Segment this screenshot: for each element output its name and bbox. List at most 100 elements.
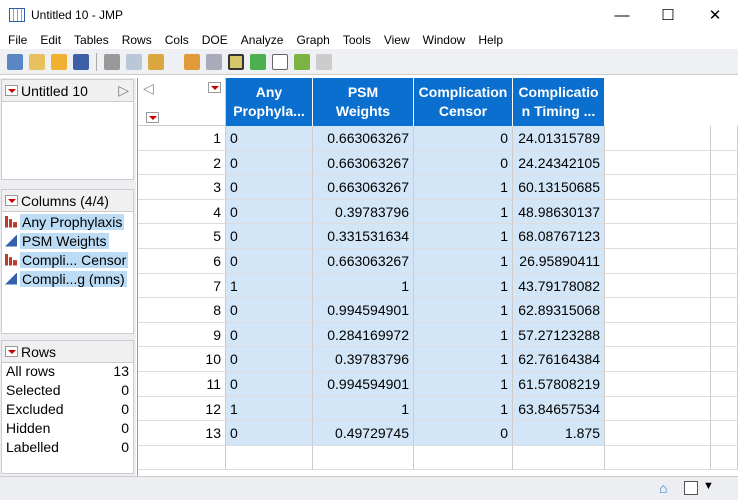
table-cell[interactable]: 1 <box>414 249 513 274</box>
table-cell[interactable]: 0.663063267 <box>313 175 414 200</box>
table-cell[interactable]: 0 <box>226 347 313 372</box>
table-cell[interactable]: 63.84657534 <box>513 396 605 422</box>
table-cell[interactable]: 60.13150685 <box>513 175 605 200</box>
table-cell[interactable]: 62.76164384 <box>513 347 605 372</box>
row-number[interactable]: 3 <box>138 175 226 200</box>
menu-analyze[interactable]: Analyze <box>233 33 289 47</box>
fit-y-by-x-icon[interactable] <box>272 53 288 70</box>
red-triangle-menu-icon[interactable] <box>5 195 18 206</box>
column-list-item[interactable]: Compli... Censor <box>2 250 133 269</box>
table-cell[interactable] <box>226 445 313 471</box>
table-cell[interactable]: 1 <box>414 396 513 422</box>
table-cell[interactable]: 62.89315068 <box>513 298 605 323</box>
menu-cols[interactable]: Cols <box>157 33 194 47</box>
table-cell[interactable]: 1 <box>226 396 313 422</box>
menu-doe[interactable]: DOE <box>194 33 233 47</box>
home-icon[interactable]: ⌂ <box>659 480 667 496</box>
rows-red-triangle-icon[interactable] <box>146 112 159 123</box>
row-number[interactable]: 13 <box>138 421 226 446</box>
table-cell[interactable]: 0 <box>414 126 513 151</box>
dropdown-arrow-icon[interactable]: ▼ <box>703 480 714 492</box>
table-cell[interactable]: 68.08767123 <box>513 224 605 249</box>
calculator-icon[interactable] <box>206 53 222 70</box>
row-number[interactable]: 11 <box>138 372 226 397</box>
row-number[interactable] <box>138 445 226 471</box>
table-cell[interactable]: 24.01315789 <box>513 126 605 151</box>
close-button[interactable]: ✕ <box>692 0 738 30</box>
table-cell[interactable]: 0 <box>226 175 313 200</box>
table-cell[interactable]: 0 <box>226 150 313 176</box>
distribution-icon[interactable] <box>250 53 266 70</box>
table-cell[interactable]: 1.875 <box>513 421 605 446</box>
table-cell[interactable]: 61.57808219 <box>513 372 605 397</box>
table-cell[interactable]: 0.663063267 <box>313 249 414 274</box>
table-cell[interactable]: 1 <box>414 322 513 348</box>
menu-help[interactable]: Help <box>470 33 508 47</box>
red-triangle-menu-icon[interactable] <box>5 346 18 357</box>
table-cell[interactable]: 0 <box>226 372 313 397</box>
maximize-button[interactable]: ☐ <box>645 0 691 30</box>
fit-model-icon[interactable] <box>294 53 310 70</box>
table-cell[interactable]: 0 <box>226 224 313 249</box>
columns-red-triangle-icon[interactable] <box>208 82 221 93</box>
table-cell[interactable]: 1 <box>226 273 313 299</box>
paste-icon[interactable] <box>148 53 164 70</box>
table-cell[interactable]: 24.24342105 <box>513 150 605 176</box>
menu-graph[interactable]: Graph <box>288 33 334 47</box>
column-header[interactable]: Complication Censor <box>414 78 513 126</box>
column-header[interactable]: PSM Weights <box>313 78 414 126</box>
row-number[interactable]: 7 <box>138 273 226 299</box>
table-cell[interactable]: 1 <box>414 224 513 249</box>
grid-icon[interactable] <box>228 53 244 70</box>
row-number[interactable]: 4 <box>138 199 226 225</box>
menu-tables[interactable]: Tables <box>66 33 114 47</box>
new-table-icon[interactable] <box>7 53 23 70</box>
column-list-item[interactable]: Compli...g (mns) <box>2 269 133 288</box>
table-cell[interactable]: 48.98630137 <box>513 199 605 225</box>
menu-view[interactable]: View <box>376 33 415 47</box>
table-cell[interactable]: 1 <box>414 273 513 299</box>
menu-tools[interactable]: Tools <box>335 33 376 47</box>
menu-file[interactable]: File <box>0 33 32 47</box>
table-cell[interactable]: 0.663063267 <box>313 126 414 151</box>
menu-window[interactable]: Window <box>415 33 471 47</box>
data-table-icon[interactable] <box>184 53 200 70</box>
window-list-icon[interactable] <box>684 481 698 495</box>
save-icon[interactable] <box>73 53 89 70</box>
row-number[interactable]: 12 <box>138 396 226 422</box>
minimize-button[interactable]: — <box>599 0 645 30</box>
cut-icon[interactable] <box>104 53 120 70</box>
table-cell[interactable]: 0.331531634 <box>313 224 414 249</box>
table-cell[interactable] <box>513 445 605 471</box>
table-cell[interactable]: 0.284169972 <box>313 322 414 348</box>
table-cell[interactable]: 0 <box>226 249 313 274</box>
table-cell[interactable]: 0 <box>226 421 313 446</box>
table-cell[interactable]: 0 <box>226 126 313 151</box>
row-number[interactable]: 2 <box>138 150 226 176</box>
table-cell[interactable]: 0.994594901 <box>313 372 414 397</box>
row-number[interactable]: 8 <box>138 298 226 323</box>
script-edit-icon[interactable] <box>316 53 332 70</box>
menu-edit[interactable]: Edit <box>32 33 66 47</box>
table-cell[interactable]: 0.39783796 <box>313 347 414 372</box>
table-cell[interactable]: 0 <box>226 298 313 323</box>
menu-rows[interactable]: Rows <box>114 33 157 47</box>
table-cell[interactable]: 1 <box>414 199 513 225</box>
column-header[interactable]: Complicatio n Timing ... <box>513 78 605 126</box>
scroll-left-icon[interactable]: ◁ <box>143 80 154 97</box>
column-header[interactable]: Any Prophyla... <box>226 78 313 126</box>
table-cell[interactable]: 0 <box>414 150 513 176</box>
table-cell[interactable]: 0 <box>226 322 313 348</box>
table-cell[interactable]: 1 <box>313 273 414 299</box>
table-cell[interactable]: 1 <box>414 372 513 397</box>
table-cell[interactable]: 0.49729745 <box>313 421 414 446</box>
table-cell[interactable] <box>313 445 414 471</box>
table-cell[interactable]: 1 <box>414 175 513 200</box>
table-cell[interactable]: 43.79178082 <box>513 273 605 299</box>
open-folder-icon[interactable] <box>51 53 67 70</box>
row-number[interactable]: 5 <box>138 224 226 249</box>
table-cell[interactable]: 1 <box>313 396 414 422</box>
row-number[interactable]: 9 <box>138 322 226 348</box>
table-cell[interactable]: 26.95890411 <box>513 249 605 274</box>
new-script-icon[interactable] <box>29 53 45 70</box>
